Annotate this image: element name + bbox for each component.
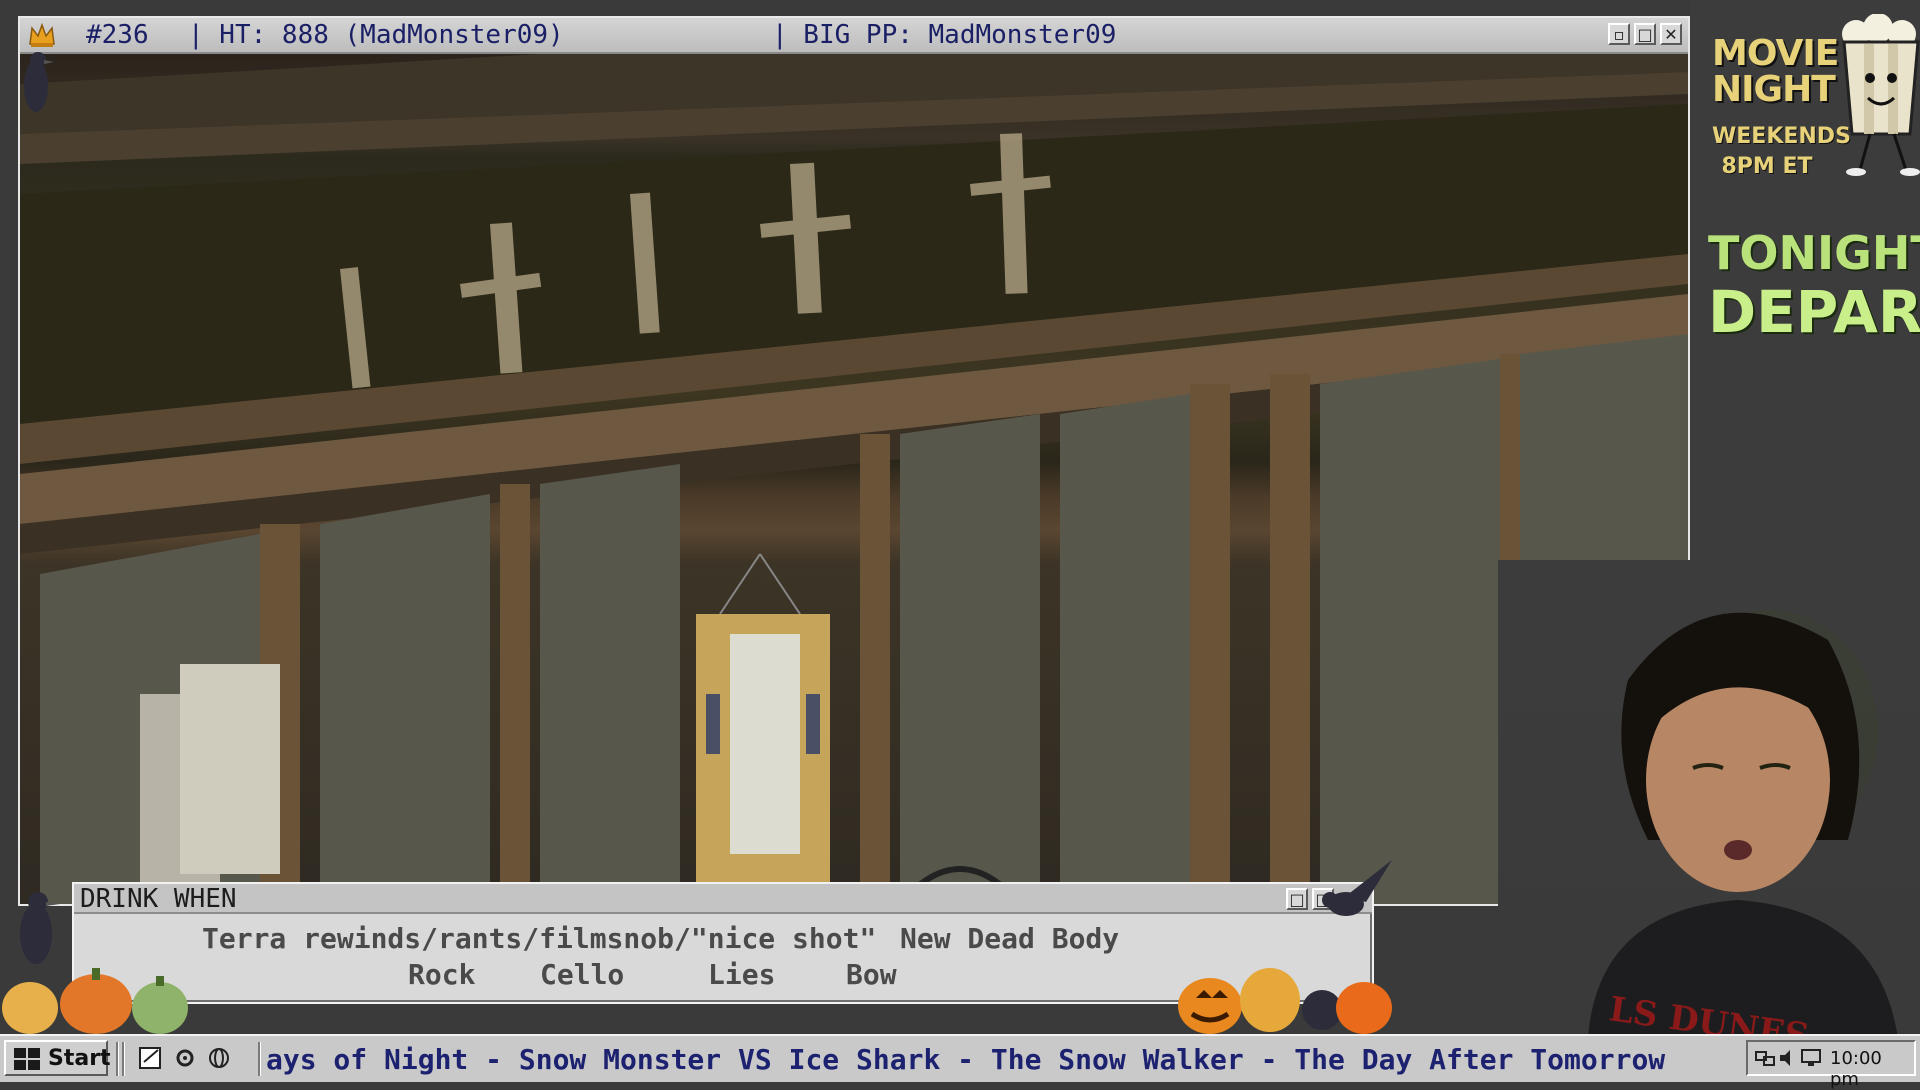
volume-icon[interactable] bbox=[1778, 1048, 1796, 1073]
schedule-days: WEEKENDS bbox=[1712, 124, 1851, 149]
drink-rule-bow: Bow bbox=[846, 958, 897, 991]
drink-rule-rock: Rock bbox=[408, 958, 476, 991]
start-button[interactable]: Start bbox=[4, 1040, 111, 1078]
movie-ticker: ays of Night - Snow Monster VS Ice Shark… bbox=[266, 1043, 1666, 1076]
crow-icon bbox=[16, 46, 56, 130]
movie-night-logo: MOVIE NIGHT WEEKENDS 8PM ET bbox=[1704, 13, 1920, 196]
streamer-webcam-image: LS DUNES bbox=[1588, 610, 1898, 1038]
tonight-movie-title: DEPARTU bbox=[1708, 278, 1920, 346]
movie-frame bbox=[20, 54, 1688, 904]
logo-line-1: MOVIE bbox=[1712, 33, 1839, 74]
taskbar-separator bbox=[258, 1042, 261, 1076]
pumpkin-decoration-icon bbox=[0, 958, 200, 1040]
drink-rule-dead-body: New Dead Body bbox=[900, 922, 1120, 955]
drink-when-title: DRINK WHEN bbox=[80, 884, 237, 914]
taskbar-separator bbox=[122, 1042, 125, 1076]
video-titlebar[interactable]: #236 | HT: 888 (MadMonster09) | BIG PP: … bbox=[20, 18, 1688, 54]
taskbar: Start ays of Night - Snow Monster VS Ice… bbox=[0, 1034, 1920, 1090]
system-tray: 10:00 pm bbox=[1746, 1040, 1916, 1090]
big-pp-info: | BIG PP: MadMonster09 bbox=[772, 20, 1117, 50]
quicklaunch-settings-icon[interactable] bbox=[172, 1046, 198, 1074]
hype-train-info: | HT: 888 (MadMonster09) bbox=[188, 20, 564, 50]
drink-rule-cello: Cello bbox=[540, 958, 625, 991]
logo-line-2: NIGHT bbox=[1712, 69, 1836, 110]
start-label: Start bbox=[48, 1046, 111, 1071]
movie-scene-image bbox=[20, 54, 1688, 904]
maximize-button[interactable]: □ bbox=[1634, 23, 1656, 45]
video-window: #236 | HT: 888 (MadMonster09) | BIG PP: … bbox=[18, 16, 1690, 906]
tonight-label: TONIGHT: bbox=[1708, 226, 1920, 280]
quicklaunch-notepad-icon[interactable] bbox=[138, 1046, 164, 1074]
taskbar-separator bbox=[116, 1042, 119, 1076]
start-logo-icon bbox=[12, 1046, 42, 1078]
quicklaunch-browser-icon[interactable] bbox=[206, 1046, 232, 1074]
close-button[interactable]: ✕ bbox=[1660, 23, 1682, 45]
popcorn-mascot-icon bbox=[1836, 13, 1920, 184]
network-icon[interactable] bbox=[1754, 1048, 1776, 1073]
drink-rule-terra: Terra rewinds/rants/filmsnob/"nice shot" bbox=[202, 922, 877, 955]
minimize-button[interactable]: ▫ bbox=[1608, 23, 1630, 45]
drink-when-titlebar[interactable]: DRINK WHEN □ □ bbox=[74, 884, 1372, 914]
crow-flying-icon bbox=[1306, 856, 1396, 940]
drink-minimize-button[interactable]: □ bbox=[1286, 888, 1308, 910]
movie-night-title: MOVIE NIGHT bbox=[1712, 33, 1839, 110]
stream-number: #236 bbox=[86, 20, 149, 50]
crown-icon bbox=[28, 22, 56, 48]
jack-o-lantern-icon bbox=[1174, 960, 1394, 1040]
drink-rule-lies: Lies bbox=[708, 958, 776, 991]
monitor-icon[interactable] bbox=[1800, 1048, 1822, 1073]
schedule-time: 8PM ET bbox=[1721, 154, 1813, 179]
clock: 10:00 pm bbox=[1830, 1048, 1882, 1090]
schedule-text: WEEKENDS 8PM ET bbox=[1712, 122, 1851, 182]
webcam-feed: LS DUNES bbox=[1498, 560, 1920, 1038]
